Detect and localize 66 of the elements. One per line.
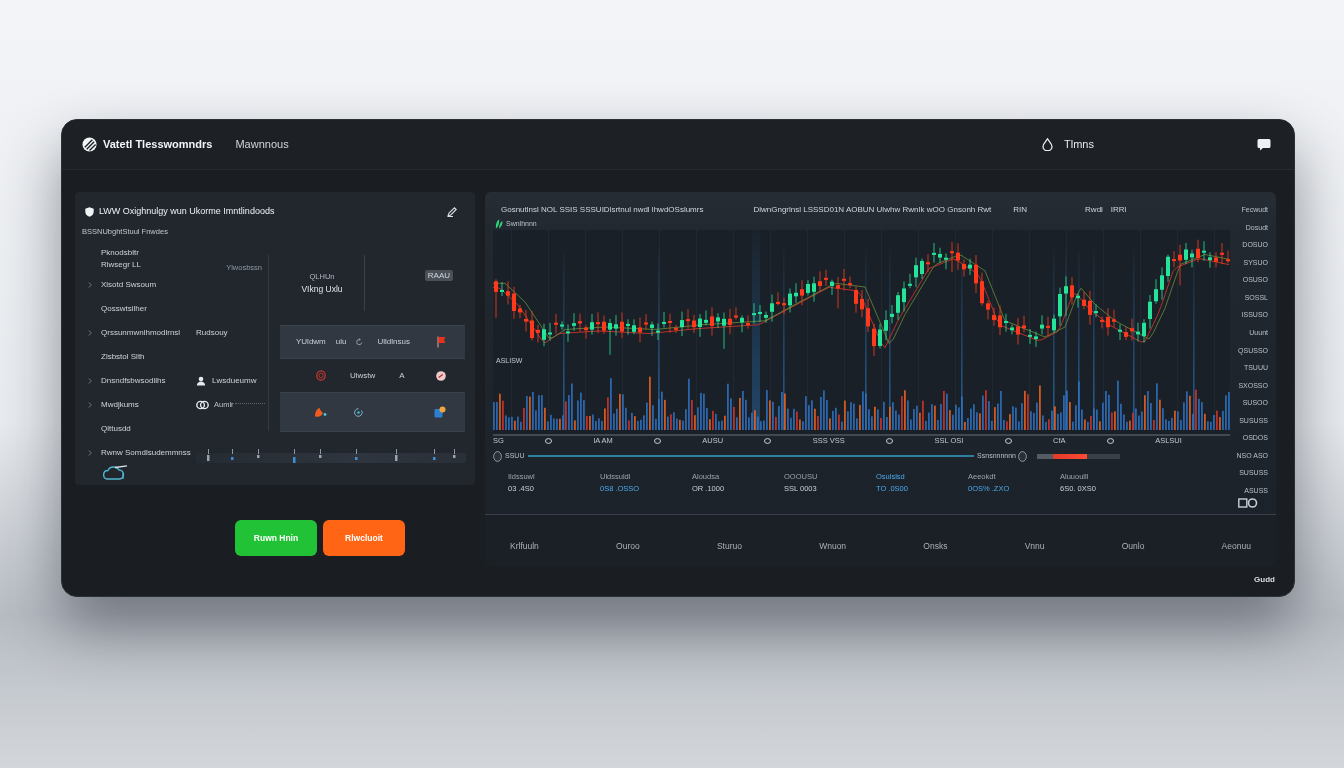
chart-title-text: Rwdl [1085,204,1103,216]
detail-text: Lwsdueumw [212,375,257,387]
slashed-disc-icon [436,370,446,381]
list-item[interactable]: Qlttusdd [101,423,131,435]
cloud-icon [101,465,128,480]
column-header: Aeonuu [1221,540,1251,553]
chart-title-text: DlwnGngrlnsl LSSSD01N AOBUN Ulwhw RwnIk wOO Gnsonh Rwt [753,204,992,216]
chevron-right-icon[interactable] [88,282,92,288]
column-header: Ouroo [616,540,640,553]
chart-title-text: Gosnutlnsl NOL SSIS SSSUIDlsrtnul nwdl lhwdOSslumrs [501,204,704,216]
axis-marker-icon [653,438,661,444]
slider-handle-icon[interactable] [1018,450,1027,462]
activity-text: Ulldlnsus [377,336,410,348]
list-item[interactable]: Qosswtsilher [101,303,147,315]
list-item[interactable]: Rwnw Somdlsudemmnss [101,447,191,459]
nav-link[interactable]: Mawnnous [235,136,289,153]
user-name[interactable]: Tlmns [1064,136,1094,153]
activity-text: ulu [335,336,347,348]
column-header: Onsks [923,540,948,553]
card-text: VIkng Uxlu [301,283,343,295]
striped-circle-logo-icon [82,137,97,152]
flag-icon [437,336,446,348]
square-circle-icon [1238,498,1258,508]
list-item-subtext: Rlwsegr LL [101,259,141,271]
chat-bubble-icon[interactable] [1257,138,1271,151]
chevron-right-icon[interactable] [88,450,92,456]
detail-text: Rudsouy [196,327,228,339]
activity-text: YUldwm [296,336,326,348]
brand-name: Vatetl Tlesswomndrs [103,137,213,153]
list-item[interactable]: Qrssunmwnlhmodlrnsl [101,327,181,339]
flame-dot-icon [314,406,327,418]
list-item[interactable]: Mwdjkums [101,399,139,411]
edit-pen-icon[interactable] [447,207,457,217]
chart-title-text: IRRl [1110,204,1127,216]
column-header: Vnnu [1024,540,1045,553]
axis-marker-icon [886,438,894,444]
axis-marker-icon [764,438,772,444]
panel-title: LWW Oxighnulgy wun Ukorme Imntlindoods [99,205,275,219]
column-header: Ounlo [1121,540,1145,553]
tag-label: RAAU [424,270,453,281]
user-icon [196,376,206,386]
footer-text: Gudd [1254,574,1275,586]
shield-icon [85,207,94,217]
chevron-right-icon[interactable] [88,378,92,384]
column-header: Wnuon [819,540,847,553]
refresh-icon [356,338,364,346]
ring-icon [316,370,326,381]
chart-title-text: RIN [1013,204,1028,216]
axis-marker-icon [1106,438,1114,444]
list-item[interactable]: Zlsbstol Slth [101,351,145,363]
list-item[interactable]: Dnsndfsbwsodilhs [101,375,166,387]
chevron-right-icon[interactable] [88,330,92,336]
activity-text: A [399,369,405,382]
link-ring-icon [196,400,209,410]
activity-text: Ulwstw [350,369,376,382]
column-header: Sturuo [716,540,742,553]
axis-marker-icon [545,438,553,444]
column-header: Krlfuuln [510,540,539,553]
chevron-right-icon[interactable] [88,402,92,408]
dot-ring-icon [354,407,363,417]
circle-handle-icon[interactable] [493,450,502,462]
list-item[interactable]: Xlsotd Swsoum [101,279,157,291]
leaf-icon [495,219,503,229]
axis-marker-icon [1004,438,1012,444]
list-item[interactable]: Pknodsbltr [101,247,139,259]
droplet-icon [1042,138,1054,151]
